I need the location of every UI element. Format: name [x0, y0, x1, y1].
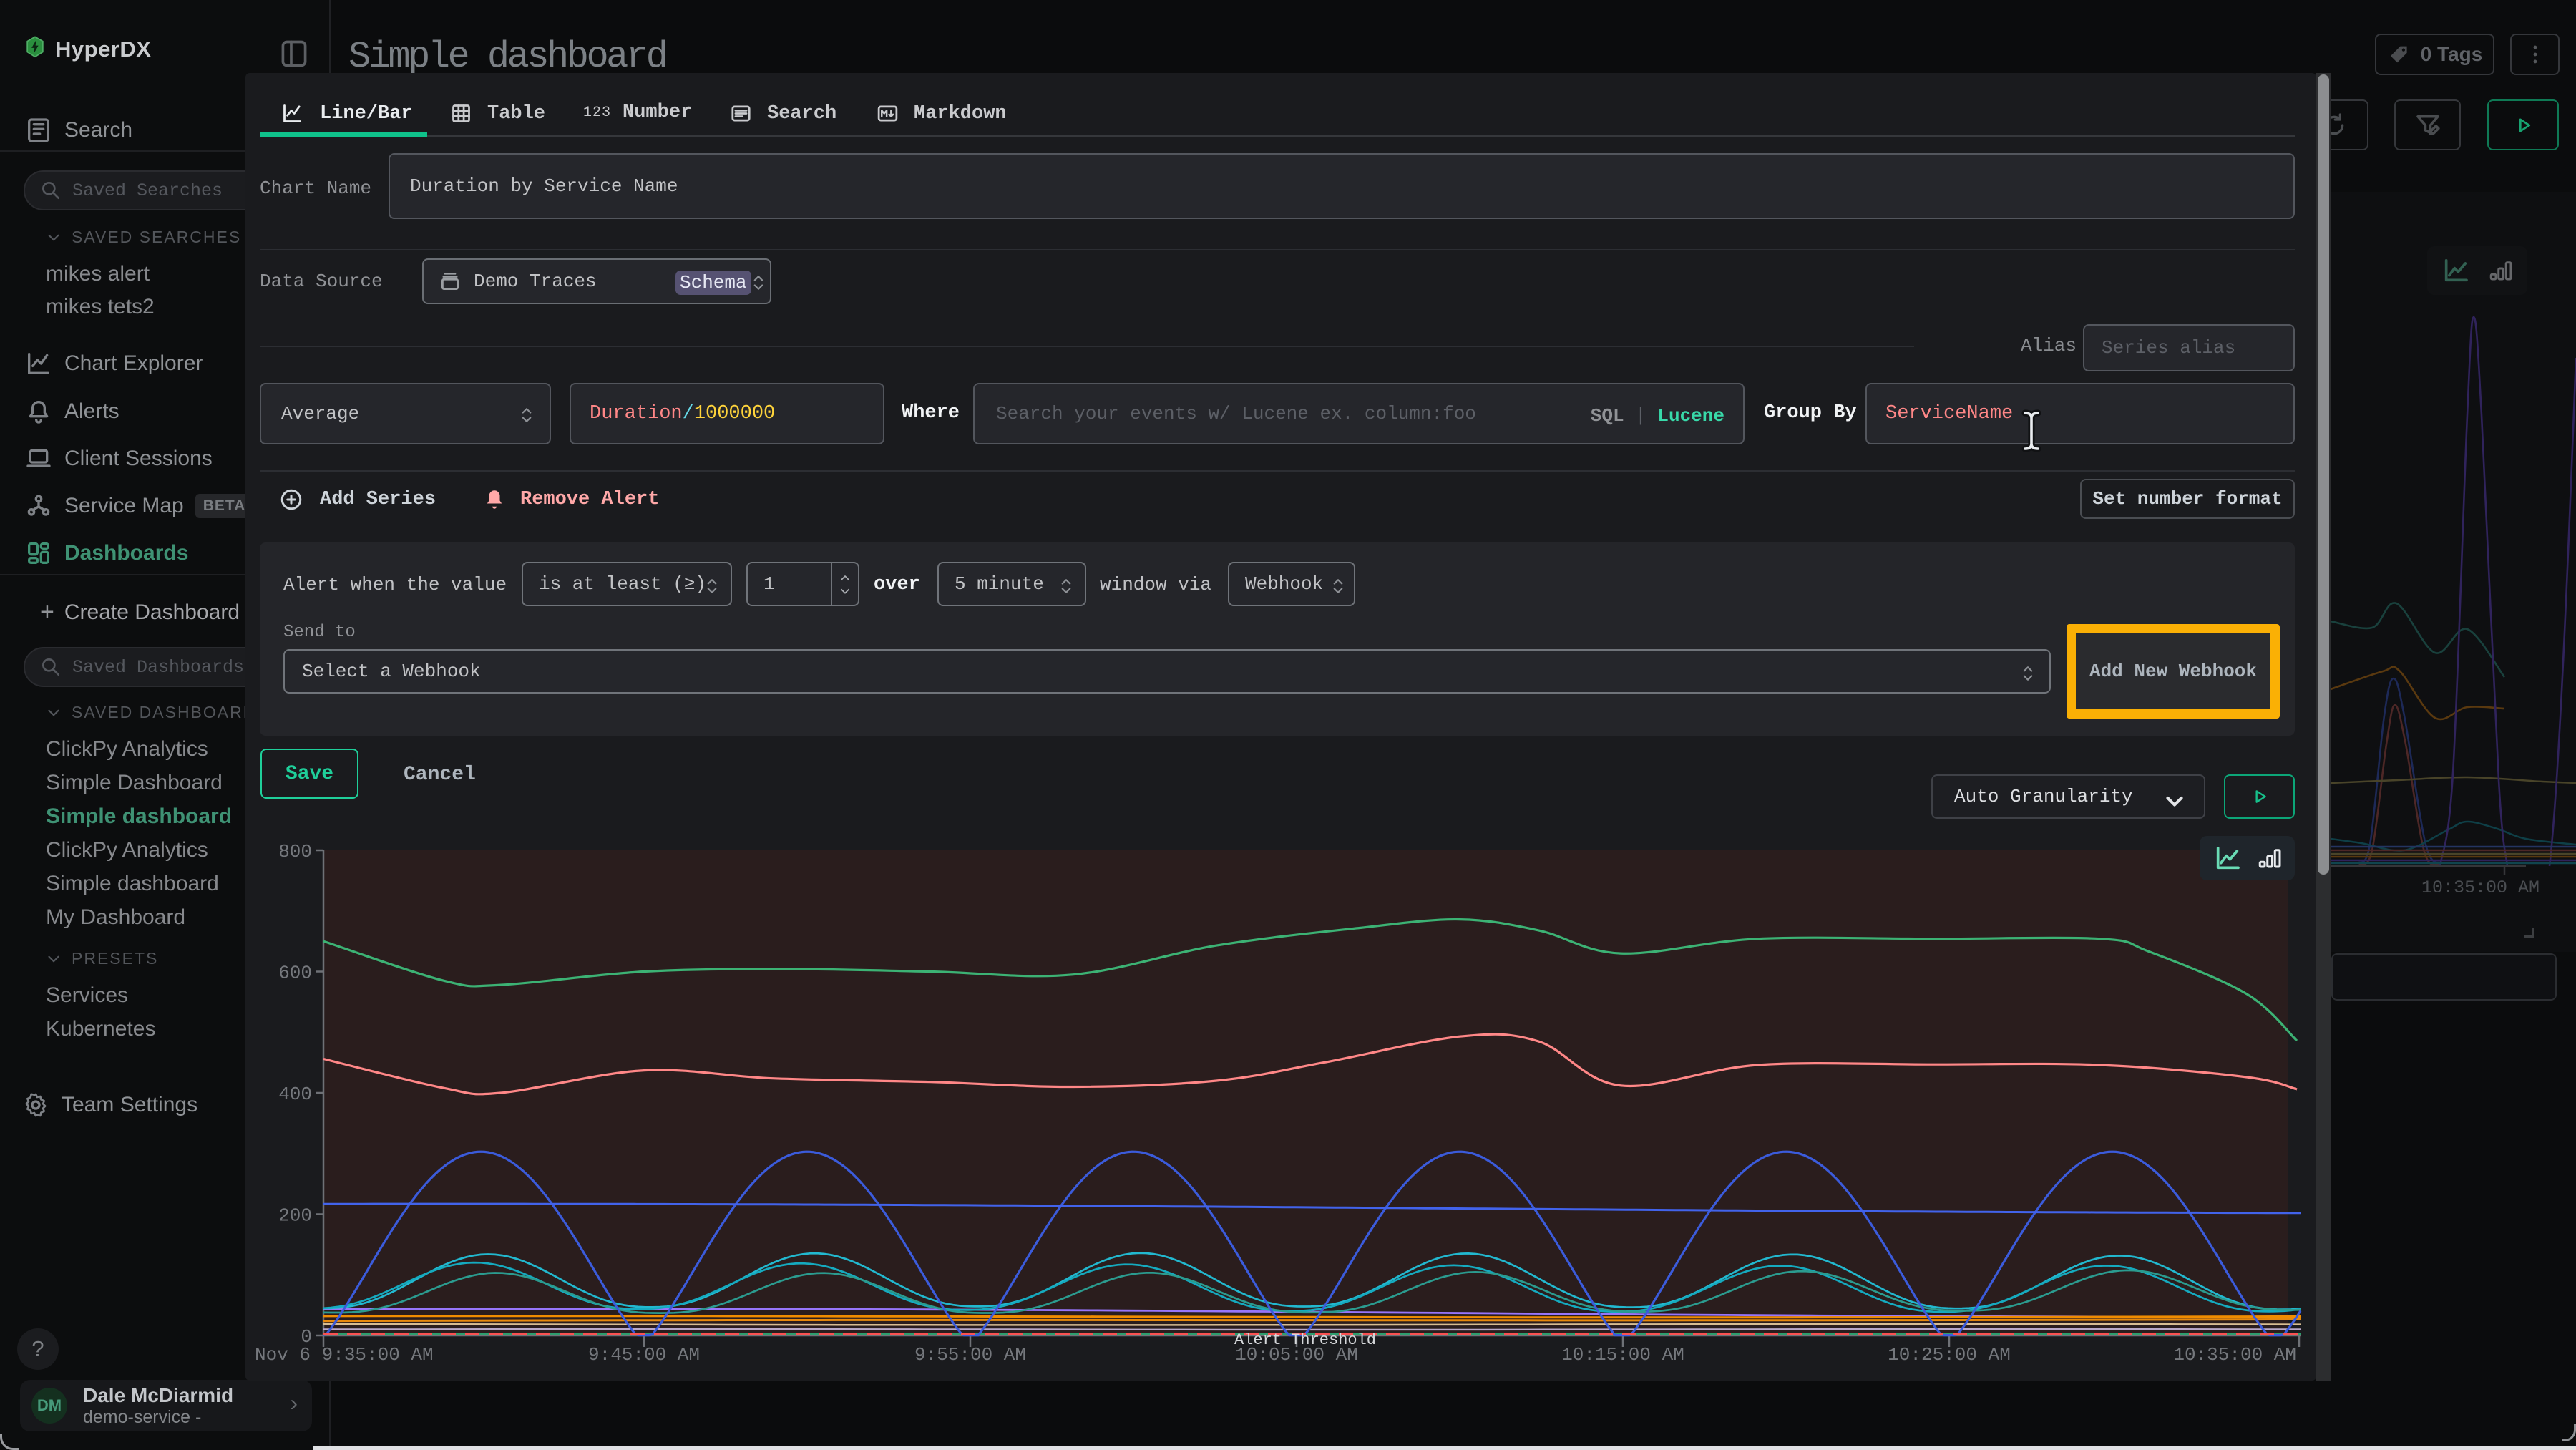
svg-text:Alert Threshold: Alert Threshold — [1234, 1331, 1376, 1349]
svg-text:600: 600 — [278, 963, 312, 984]
svg-text:10:15:00 AM: 10:15:00 AM — [1561, 1344, 1684, 1366]
svg-text:400: 400 — [278, 1084, 312, 1105]
svg-text:10:25:00 AM: 10:25:00 AM — [1888, 1344, 2011, 1366]
svg-text:200: 200 — [278, 1205, 312, 1227]
svg-text:10:35:00 AM: 10:35:00 AM — [2173, 1344, 2296, 1366]
svg-text:9:45:00 AM: 9:45:00 AM — [588, 1344, 700, 1366]
svg-text:9:55:00 AM: 9:55:00 AM — [914, 1344, 1026, 1366]
svg-text:800: 800 — [278, 841, 312, 862]
svg-text:Nov 6 9:35:00 AM: Nov 6 9:35:00 AM — [255, 1344, 434, 1366]
